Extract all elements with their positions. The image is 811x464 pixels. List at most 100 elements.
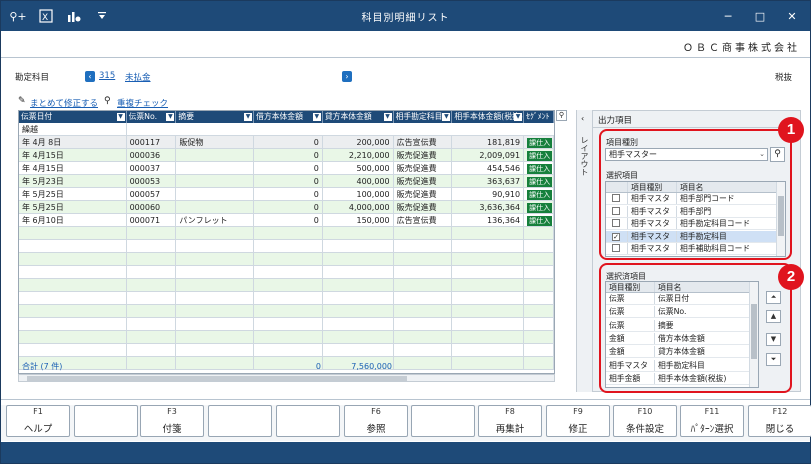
table-row[interactable]: 年 4月15日 000037 0 500,000 販売促進費 454,546 課仕入 bbox=[19, 162, 554, 175]
maximize-icon[interactable]: □ bbox=[750, 6, 770, 26]
tax-tag: 課仕入 bbox=[527, 151, 553, 161]
fkey-button-10[interactable]: F10 条件設定 bbox=[613, 405, 677, 437]
fkey-button-7[interactable] bbox=[411, 405, 475, 437]
collapse-icon[interactable]: ‹ bbox=[581, 114, 584, 123]
prev-account-button[interactable]: ‹ bbox=[85, 71, 95, 82]
table-row[interactable]: 年 4月 8日 000117 販促物 0 200,000 広告宣伝費 181,819 課仕入 bbox=[19, 136, 554, 149]
account-code[interactable]: 315 bbox=[99, 71, 115, 81]
cell-debit: 0 bbox=[254, 149, 323, 162]
cell-memo: 販促物 bbox=[176, 136, 255, 149]
cell-debit: 0 bbox=[254, 136, 323, 149]
cell-date: 年 5月25日 bbox=[19, 201, 127, 214]
col-date[interactable]: 伝票日付 ▼ bbox=[19, 111, 127, 123]
cell-no: 000057 bbox=[127, 188, 177, 201]
cell-date: 年 4月15日 bbox=[19, 149, 127, 162]
col-segment[interactable]: ｾｸﾞﾒﾝﾄ bbox=[524, 111, 554, 123]
total-label: 合計 (7 件) bbox=[22, 362, 63, 371]
col-counter[interactable]: 相手勘定科目 ▼ bbox=[394, 111, 453, 123]
cell-tag: 課仕入 bbox=[524, 149, 554, 162]
account-name[interactable]: 未払金 bbox=[125, 71, 151, 83]
total-debit: 0 bbox=[315, 362, 321, 371]
cell-date: 年 5月23日 bbox=[19, 175, 127, 188]
fkey-button-2[interactable] bbox=[74, 405, 138, 437]
grid-header: 伝票日付 ▼ 伝票No. ▼ 摘要 ▼ 借方本体金額 ▼ 貸方本体金額 ▼ 相手勘定科目 ▼… bbox=[19, 111, 554, 123]
layout-strip[interactable]: ‹ レイアウト bbox=[576, 110, 592, 392]
cell-tag: 課仕入 bbox=[524, 175, 554, 188]
col-no[interactable]: 伝票No. ▼ bbox=[127, 111, 177, 123]
bulk-edit-link[interactable]: まとめて修正する bbox=[30, 97, 98, 109]
cell-tag: 課仕入 bbox=[524, 188, 554, 201]
panel-title: 出力項目 bbox=[598, 116, 633, 126]
duplicate-check-link[interactable]: 重複チェック bbox=[117, 97, 168, 109]
tax-mode: 税抜 bbox=[774, 73, 792, 83]
cell-date: 年 4月 8日 bbox=[19, 136, 127, 149]
col-memo[interactable]: 摘要 ▼ bbox=[176, 111, 255, 123]
fkey-button-11[interactable]: F11 ﾊﾟﾀｰﾝ選択 bbox=[680, 405, 744, 437]
table-row[interactable]: 年 5月25日 000060 0 4,000,000 販売促進費 3,636,364 課仕入 bbox=[19, 201, 554, 214]
callout-badge-1: 1 bbox=[778, 117, 804, 143]
col-amount[interactable]: 相手本体金額(税抜) ▼ bbox=[452, 111, 525, 123]
tax-tag: 課仕入 bbox=[527, 164, 553, 174]
fkey-button-3[interactable]: F3 付箋 bbox=[140, 405, 204, 437]
cell-debit: 0 bbox=[254, 162, 323, 175]
fkey-button-1[interactable]: F1 ヘルプ bbox=[6, 405, 70, 437]
cell-memo bbox=[176, 175, 255, 188]
title-bar: ⚲+ X 科目別明細リスト ─ □ ✕ bbox=[1, 1, 810, 31]
pencil-icon: ✎ bbox=[18, 96, 26, 106]
col-debit[interactable]: 借方本体金額 ▼ bbox=[254, 111, 323, 123]
minimize-icon[interactable]: ─ bbox=[718, 6, 738, 26]
cell-credit: 500,000 bbox=[323, 162, 394, 175]
tax-tag: 課仕入 bbox=[527, 138, 553, 148]
tax-tag: 課仕入 bbox=[527, 177, 553, 187]
grid-search-button[interactable]: ⚲ bbox=[556, 110, 567, 121]
cell-amount: 3,636,364 bbox=[452, 201, 525, 214]
empty-row bbox=[19, 266, 554, 279]
tax-tag: 課仕入 bbox=[527, 203, 553, 213]
fkey-button-8[interactable]: F8 再集計 bbox=[478, 405, 542, 437]
close-icon[interactable]: ✕ bbox=[782, 6, 802, 26]
cell-no: 000037 bbox=[127, 162, 177, 175]
account-label: 勘定科目 bbox=[15, 73, 50, 83]
grid-horizontal-scrollbar[interactable] bbox=[18, 374, 555, 382]
cell-amount: 454,546 bbox=[452, 162, 525, 175]
cell-amount: 2,009,091 bbox=[452, 149, 525, 162]
cell-debit: 0 bbox=[254, 175, 323, 188]
cell-date: 年 5月25日 bbox=[19, 188, 127, 201]
table-row[interactable]: 年 5月25日 000057 0 100,000 販売促進費 90,910 課仕入 bbox=[19, 188, 554, 201]
cell-tag: 課仕入 bbox=[524, 201, 554, 214]
cell-credit: 150,000 bbox=[323, 214, 394, 227]
table-row[interactable]: 年 6月10日 000071 パンフレット 0 150,000 広告宣伝費 136,364 課… bbox=[19, 214, 554, 227]
total-credit: 7,560,000 bbox=[351, 362, 392, 371]
cell-date: 年 6月10日 bbox=[19, 214, 127, 227]
tax-tag: 課仕入 bbox=[527, 190, 553, 200]
fkey-button-9[interactable]: F9 修正 bbox=[546, 405, 610, 437]
next-account-button[interactable]: › bbox=[342, 71, 352, 82]
empty-row bbox=[19, 253, 554, 266]
cell-no: 000117 bbox=[127, 136, 177, 149]
table-row[interactable]: 年 4月15日 000036 0 2,210,000 販売促進費 2,009,091 課仕入 bbox=[19, 149, 554, 162]
total-row: 合計 (7 件) 0 7,560,000 bbox=[19, 361, 554, 373]
cell-no: 000071 bbox=[127, 214, 177, 227]
cell-memo bbox=[176, 188, 255, 201]
fkey-button-4[interactable] bbox=[208, 405, 272, 437]
cell-counter: 販売促進費 bbox=[394, 162, 453, 175]
fkey-button-12[interactable]: F12 閉じる bbox=[748, 405, 811, 437]
empty-row bbox=[19, 240, 554, 253]
cell-amount: 136,364 bbox=[452, 214, 525, 227]
table-row[interactable]: 年 5月23日 000053 0 400,000 販売促進費 363,637 課仕入 bbox=[19, 175, 554, 188]
cell-tag: 課仕入 bbox=[524, 162, 554, 175]
fkey-button-5[interactable] bbox=[276, 405, 340, 437]
cell-memo bbox=[176, 162, 255, 175]
cell-counter: 販売促進費 bbox=[394, 149, 453, 162]
search-icon: ⚲ bbox=[104, 96, 111, 106]
cell-memo: パンフレット bbox=[176, 214, 255, 227]
window-title: 科目別明細リスト bbox=[361, 13, 450, 24]
detail-grid: 伝票日付 ▼ 伝票No. ▼ 摘要 ▼ 借方本体金額 ▼ 貸方本体金額 ▼ 相手勘定科目 ▼… bbox=[18, 110, 555, 374]
cell-amount: 90,910 bbox=[452, 188, 525, 201]
empty-row bbox=[19, 279, 554, 292]
fkey-button-6[interactable]: F6 参照 bbox=[344, 405, 408, 437]
cell-memo bbox=[176, 149, 255, 162]
cell-debit: 0 bbox=[254, 214, 323, 227]
cell-credit: 100,000 bbox=[323, 188, 394, 201]
col-credit[interactable]: 貸方本体金額 ▼ bbox=[323, 111, 394, 123]
